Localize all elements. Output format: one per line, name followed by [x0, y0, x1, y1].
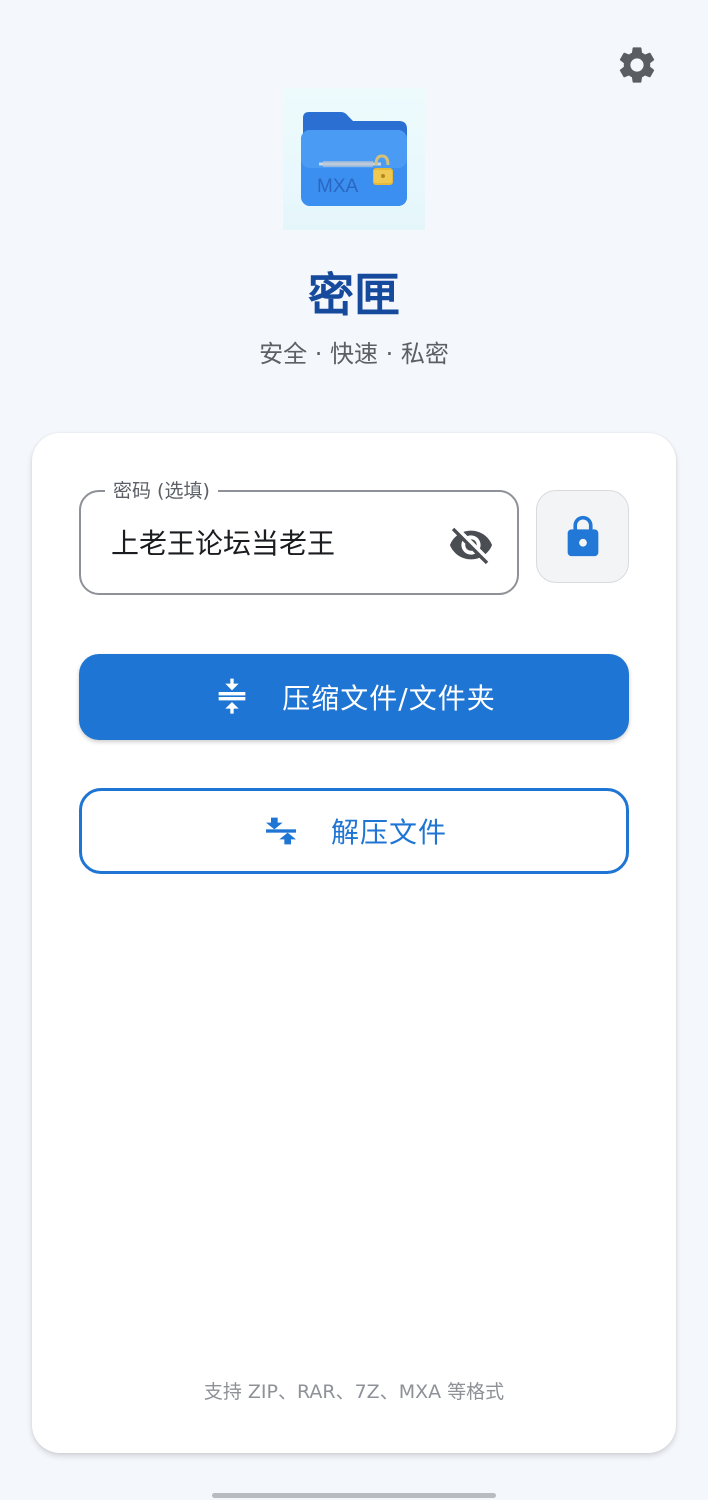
- password-field[interactable]: 密码 (选填) 上老王论坛当老王: [79, 476, 519, 595]
- gear-icon: [619, 47, 655, 83]
- eye-off-icon: [449, 527, 493, 565]
- main-card: 密码 (选填) 上老王论坛当老王 压缩文件/文件夹 解压文件 支持 ZIP、RA…: [32, 433, 676, 1453]
- password-input[interactable]: 上老王论坛当老王: [111, 524, 335, 564]
- lock-button[interactable]: [536, 490, 629, 583]
- compress-button[interactable]: 压缩文件/文件夹: [79, 654, 629, 740]
- app-subtitle: 安全 · 快速 · 私密: [259, 340, 449, 368]
- app-screen: MXA 密匣 安全 · 快速 · 私密 密码 (选填) 上老王论坛当老王 压缩文…: [0, 0, 708, 1500]
- extract-label: 解压文件: [330, 816, 447, 849]
- app-title: 密匣: [308, 268, 400, 322]
- extract-button[interactable]: 解压文件: [79, 788, 629, 874]
- lock-icon: [567, 515, 598, 556]
- app-logo: MXA: [283, 88, 425, 230]
- compress-icon: [218, 678, 246, 714]
- compress-label: 压缩文件/文件夹: [282, 682, 496, 715]
- expand-icon: [265, 817, 296, 845]
- folder-lock-icon: MXA: [301, 112, 407, 206]
- settings-button[interactable]: [612, 40, 662, 90]
- logo-text: MXA: [317, 176, 359, 197]
- home-indicator[interactable]: [212, 1493, 496, 1498]
- supported-formats-note: 支持 ZIP、RAR、7Z、MXA 等格式: [203, 1381, 505, 1403]
- password-label: 密码 (选填): [105, 476, 218, 506]
- toggle-visibility-button[interactable]: [447, 521, 495, 569]
